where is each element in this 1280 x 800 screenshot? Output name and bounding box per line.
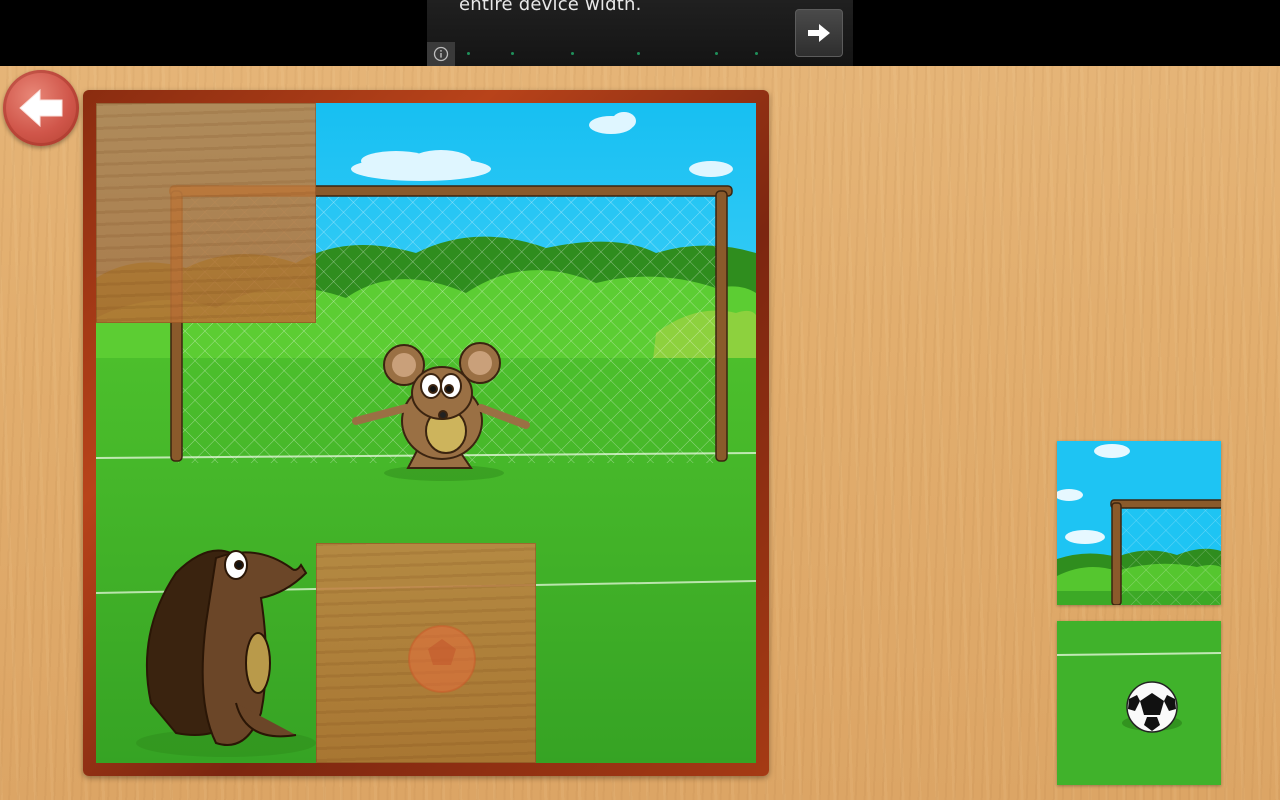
ad-next-button[interactable] [795,9,843,57]
puzzle-board [83,90,769,776]
soccer-ball-icon [1126,681,1178,733]
ad-bar: entire device width. [0,0,1280,66]
ad-progress-dots [467,52,787,56]
ball-outline-icon [408,625,476,693]
empty-slot-bottom-center[interactable] [316,543,536,763]
puzzle-piece-ball-grass[interactable] [1057,621,1221,785]
puzzle-piece-sky-goalpost[interactable] [1057,441,1221,605]
arrow-left-icon [19,88,63,128]
arrow-right-icon [808,24,830,42]
ad-banner[interactable]: entire device width. [427,0,853,66]
ad-text: entire device width. [459,0,642,15]
info-icon[interactable] [427,42,455,66]
empty-slot-top-left[interactable] [96,103,316,323]
back-button[interactable] [3,70,79,146]
